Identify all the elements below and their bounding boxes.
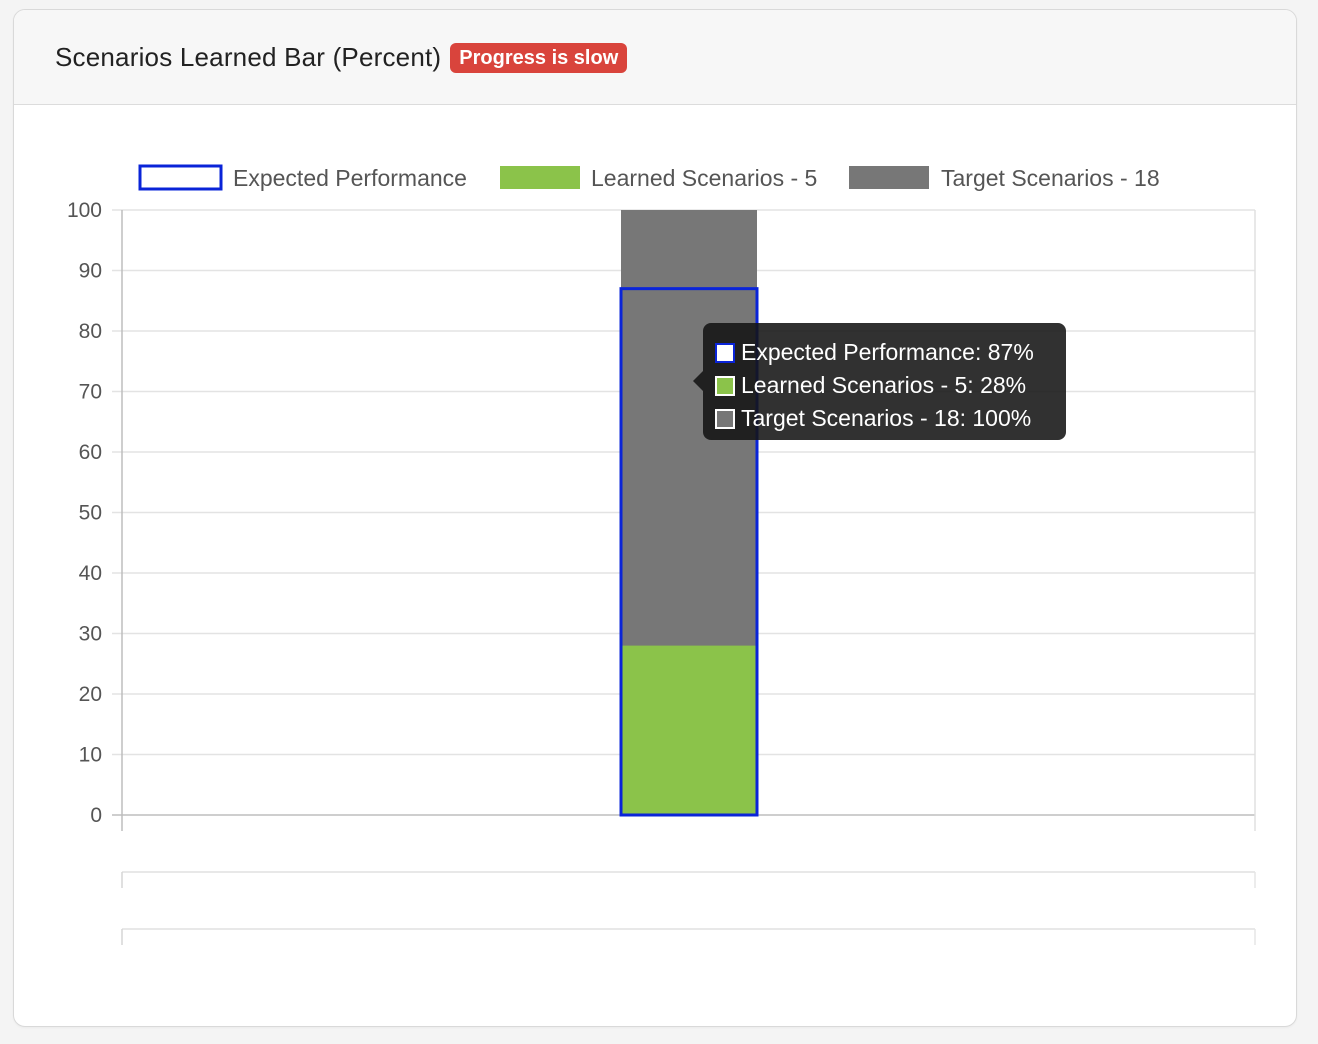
y-tick-label: 100	[67, 199, 102, 222]
legend-swatch-0	[138, 164, 223, 191]
chart-tooltip: Expected Performance: 87% Learned Scenar…	[693, 323, 1066, 440]
legend-label-2: Target Scenarios - 18	[941, 165, 1160, 191]
y-tick-label: 60	[79, 441, 102, 464]
legend-label-0: Expected Performance	[233, 165, 467, 191]
y-tick-label: 80	[79, 320, 102, 343]
y-tick-label: 50	[79, 502, 102, 525]
y-tick-label: 90	[79, 260, 102, 283]
y-tick-label: 10	[79, 744, 102, 767]
tooltip-text-learned: Learned Scenarios - 5: 28%	[741, 372, 1027, 398]
tooltip-swatch-expected	[715, 342, 735, 363]
y-tick-label: 40	[79, 562, 102, 585]
tooltip-swatch-target	[715, 408, 735, 429]
y-tick-label: 0	[90, 804, 102, 827]
legend-label-1: Learned Scenarios - 5	[591, 165, 817, 191]
bar-learned	[621, 645, 757, 815]
tooltip-text-target: Target Scenarios - 18: 100%	[741, 405, 1032, 431]
tooltip-row-expected: Expected Performance: 87%	[715, 336, 1066, 369]
y-tick-label: 30	[79, 623, 102, 646]
tooltip-text-expected: Expected Performance: 87%	[741, 339, 1034, 365]
bar-chart: 0 10 20 30 40 50 60 70 80 90 100 Expected Performan…	[67, 164, 1256, 945]
tooltip-swatch-learned	[715, 375, 735, 396]
y-tick-label: 20	[79, 683, 102, 706]
legend-swatch-2	[849, 166, 929, 189]
tooltip-row-learned: Learned Scenarios - 5: 28%	[715, 369, 1066, 402]
legend-swatch-1	[500, 166, 580, 189]
tooltip-row-target: Target Scenarios - 18: 100%	[715, 402, 1066, 435]
y-tick-label: 70	[79, 381, 102, 404]
